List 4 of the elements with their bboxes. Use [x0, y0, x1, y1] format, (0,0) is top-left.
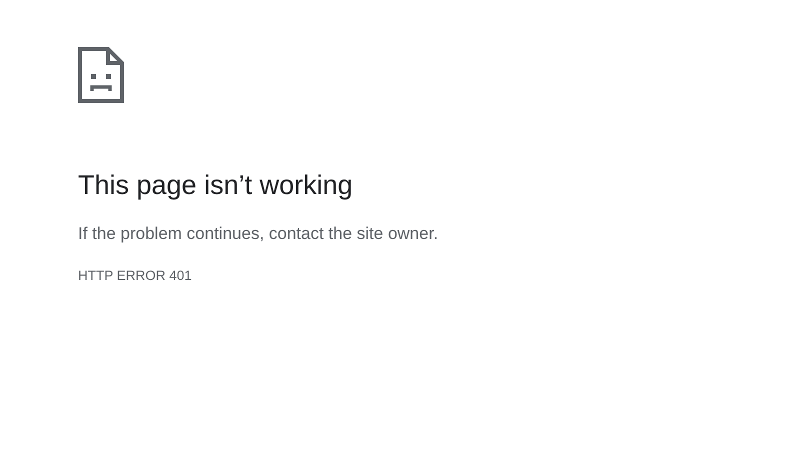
error-message: If the problem continues, contact the site owner.	[78, 223, 440, 245]
error-title: This page isn’t working	[78, 169, 354, 201]
error-code: HTTP ERROR 401	[78, 267, 193, 285]
sad-document-icon	[78, 47, 124, 103]
